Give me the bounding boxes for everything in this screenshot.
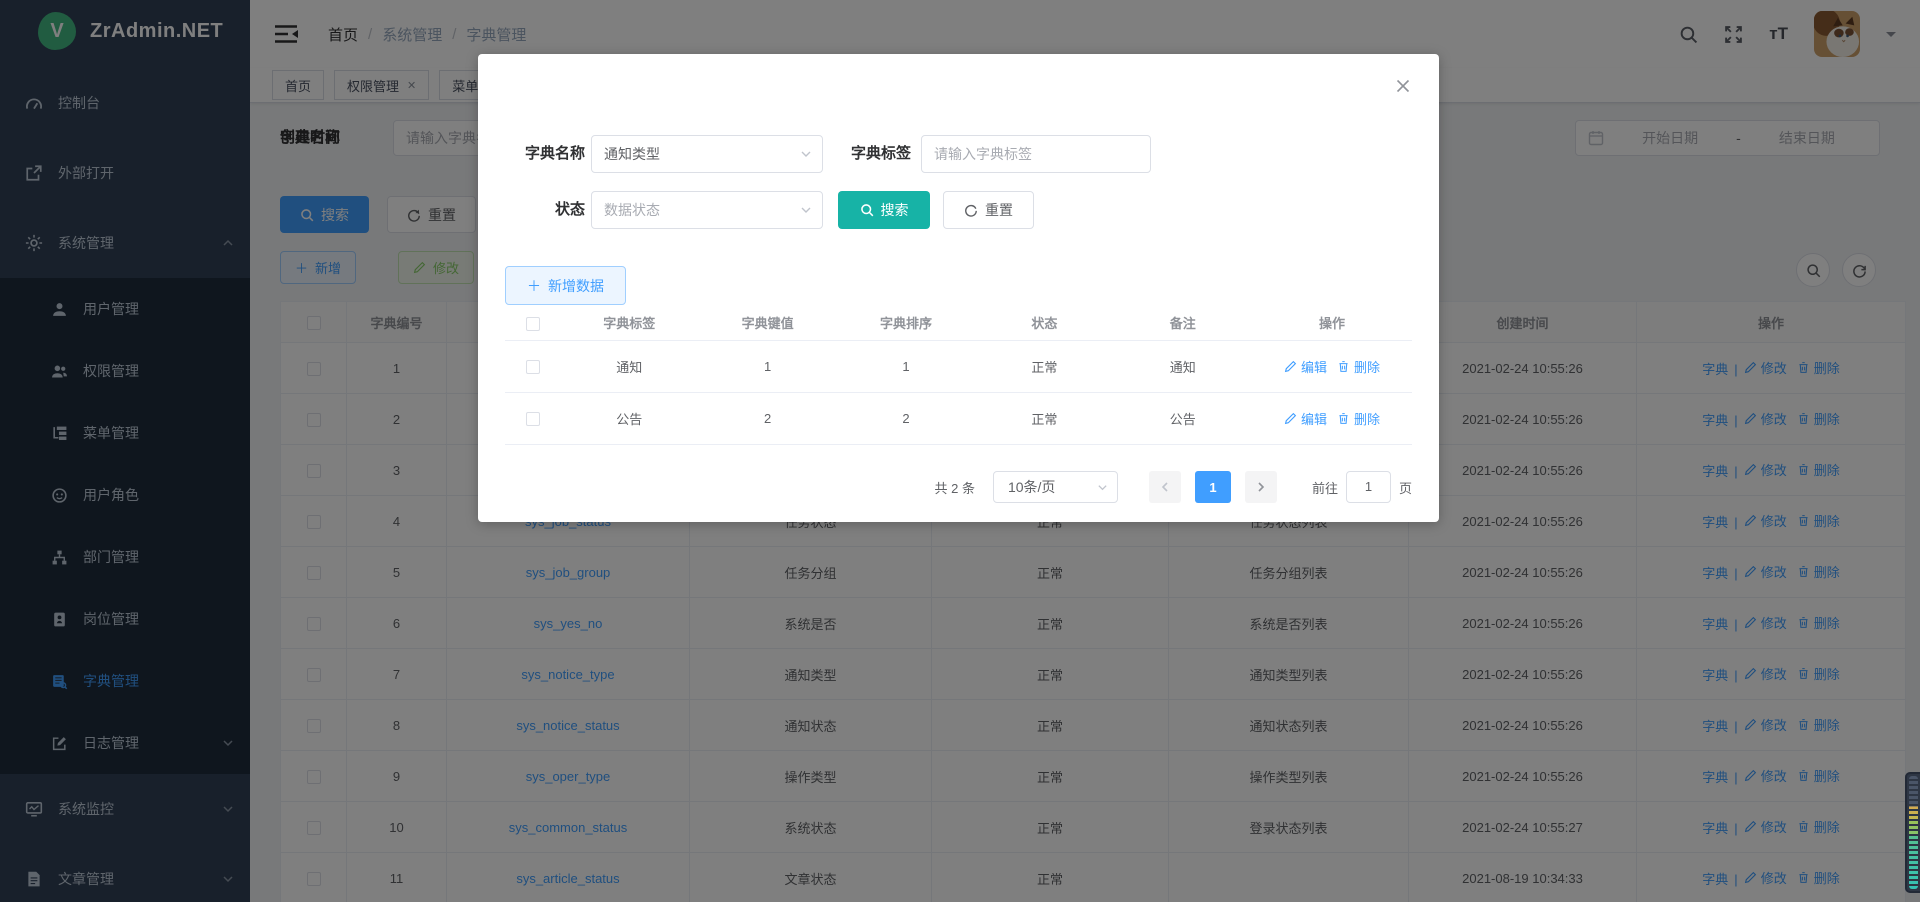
chevron-down-icon — [1097, 482, 1108, 493]
page-size-select[interactable]: 10条/页 — [993, 471, 1118, 503]
select-value: 10条/页 — [1008, 477, 1055, 497]
delete-link[interactable]: 删除 — [1337, 357, 1380, 376]
modal-status-label: 状态 — [505, 191, 585, 229]
cell-status: 正常 — [975, 340, 1113, 392]
button-label: 搜索 — [881, 200, 909, 220]
scrollbar-stripes — [1909, 776, 1918, 889]
cell-dict-sort: 1 — [837, 340, 975, 392]
cell-dict-label: 通知 — [560, 340, 698, 392]
select-value: 通知类型 — [604, 144, 660, 164]
header-dict-sort: 字典排序 — [837, 306, 975, 340]
select-all-checkbox[interactable] — [526, 317, 540, 331]
modal-dict-tag-input[interactable]: 请输入字典标签 — [921, 135, 1151, 173]
cell-actions: 编辑删除 — [1252, 392, 1412, 444]
header-status: 状态 — [975, 306, 1113, 340]
modal-search-button[interactable]: 搜索 — [838, 191, 930, 229]
dialog-close-icon[interactable] — [1395, 78, 1411, 94]
header-dict-value: 字典键值 — [698, 306, 836, 340]
table-row: 公告22正常公告编辑删除 — [505, 392, 1412, 444]
select-placeholder: 数据状态 — [604, 200, 660, 220]
table-header-row: 字典标签 字典键值 字典排序 状态 备注 操作 — [505, 306, 1412, 340]
modal-dict-name-label: 字典名称 — [505, 135, 585, 173]
cell-remark: 公告 — [1114, 392, 1252, 444]
row-checkbox[interactable] — [526, 412, 540, 426]
goto-page-input[interactable]: 1 — [1346, 471, 1391, 503]
cell-remark: 通知 — [1114, 340, 1252, 392]
button-label: 重置 — [985, 200, 1013, 220]
page-suffix-label: 页 — [1399, 478, 1412, 497]
table-row: 通知11正常通知编辑删除 — [505, 340, 1412, 392]
dict-data-table: 字典标签 字典键值 字典排序 状态 备注 操作 通知11正常通知编辑删除公告22… — [505, 306, 1412, 445]
dict-data-dialog: 字典名称 通知类型 字典标签 请输入字典标签 状态 数据状态 搜索 重置 — [478, 54, 1439, 522]
delete-link[interactable]: 删除 — [1337, 409, 1380, 428]
cell-dict-sort: 2 — [837, 392, 975, 444]
dict-data-table-body: 通知11正常通知编辑删除公告22正常公告编辑删除 — [505, 340, 1412, 444]
cell-actions: 编辑删除 — [1252, 340, 1412, 392]
prev-page-button[interactable] — [1149, 471, 1181, 503]
modal-add-data-button[interactable]: ＋ 新增数据 — [505, 266, 626, 305]
modal-dict-name-select[interactable]: 通知类型 — [591, 135, 823, 173]
button-label: 新增数据 — [548, 276, 604, 296]
pagination-total: 共 2 条 — [935, 478, 975, 497]
modal-reset-button[interactable]: 重置 — [943, 191, 1034, 229]
cell-dict-value: 1 — [698, 340, 836, 392]
header-remark: 备注 — [1114, 306, 1252, 340]
goto-label: 前往 — [1312, 478, 1338, 497]
modal-dict-tag-label: 字典标签 — [831, 135, 911, 173]
header-dict-label: 字典标签 — [560, 306, 698, 340]
edit-link[interactable]: 编辑 — [1284, 357, 1327, 376]
header-actions: 操作 — [1252, 306, 1412, 340]
app-window: V ZrAdmin.NET 控制台 外部打开 系统管理 — [0, 0, 1920, 902]
edit-link[interactable]: 编辑 — [1284, 409, 1327, 428]
input-placeholder: 请输入字典标签 — [934, 144, 1032, 164]
page-number-1[interactable]: 1 — [1195, 471, 1231, 503]
next-page-button[interactable] — [1245, 471, 1277, 503]
plus-icon: ＋ — [527, 276, 541, 296]
row-checkbox[interactable] — [526, 360, 540, 374]
chevron-down-icon — [800, 204, 812, 216]
pagination: 共 2 条 10条/页 1 前往 1 页 — [935, 470, 1413, 504]
cell-dict-value: 2 — [698, 392, 836, 444]
chevron-down-icon — [800, 148, 812, 160]
scrollbar-minimap[interactable] — [1905, 772, 1920, 893]
modal-status-select[interactable]: 数据状态 — [591, 191, 823, 229]
cell-dict-label: 公告 — [560, 392, 698, 444]
cell-status: 正常 — [975, 392, 1113, 444]
